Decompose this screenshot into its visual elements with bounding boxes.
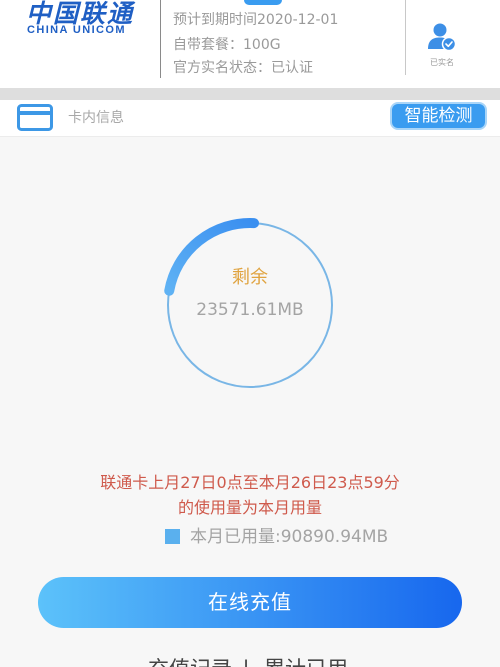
realname-status: 官方实名状态：已认证 [173,60,313,76]
monthly-usage: 本月已用量:90890.94MB [190,527,389,547]
cumulative-usage-link[interactable]: 累计已用 [260,655,352,667]
card-info-title: 卡内信息 [68,110,124,126]
card-info-row: 卡内信息 智能检测 [0,100,500,137]
package-info: 自带套餐：100G [173,37,281,53]
top-pill-button[interactable] [244,0,282,5]
usage-note-line2: 的使用量为本月用量 [177,498,322,517]
remaining-value: 23571.61MB [196,300,304,320]
account-header: 中国联通 CHINA UNICOM 预计到期时间2020-12-01 自带套餐：… [0,0,500,88]
usage-legend-swatch [165,529,180,544]
realname-badge[interactable]: 已实名 [420,20,464,70]
remaining-label: 剩余 [232,267,268,288]
brand-logo-en: CHINA UNICOM [27,24,126,36]
check-badge-icon [441,36,457,52]
verified-label: 已实名 [430,58,454,67]
online-recharge-button[interactable]: 在线充值 [38,577,462,628]
usage-note-line1: 联通卡上月27日0点至本月26日23点59分 [100,473,400,492]
card-icon [17,104,53,131]
smart-detect-button[interactable]: 智能检测 [390,102,487,130]
expiry-date: 预计到期时间2020-12-01 [173,12,339,28]
header-divider-left [160,0,161,78]
recharge-records-link[interactable]: 充值记录 [146,655,234,667]
section-separator [0,88,500,100]
header-divider-right [405,0,406,75]
verified-user-icon [428,23,457,52]
bottom-links-separator: | [239,655,253,667]
